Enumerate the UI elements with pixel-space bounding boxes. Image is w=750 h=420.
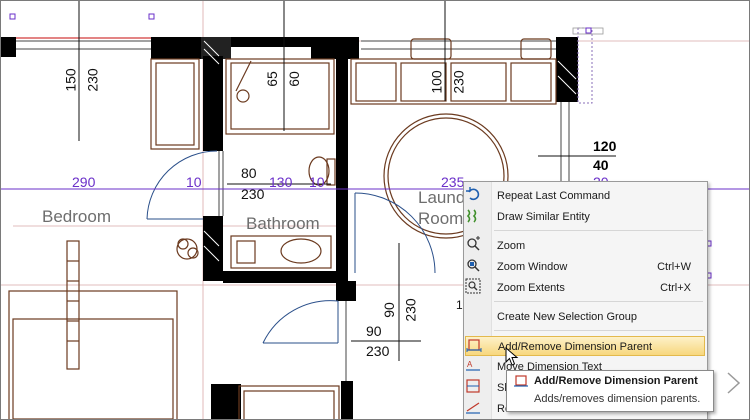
show-icon bbox=[466, 379, 480, 393]
dimension-text: 40 bbox=[593, 157, 609, 173]
menu-item-zoom-extents[interactable]: Zoom Extents Ctrl+X bbox=[465, 278, 705, 298]
dimension-text: 120 bbox=[593, 138, 617, 154]
dimension-text: 10 bbox=[309, 174, 325, 190]
tooltip-title: Add/Remove Dimension Parent bbox=[534, 375, 698, 387]
mouse-cursor-icon bbox=[505, 347, 519, 366]
menu-item-label: Zoom Extents bbox=[497, 282, 565, 294]
dimension-parent-icon bbox=[514, 375, 528, 387]
rotate-icon bbox=[466, 402, 480, 414]
menu-separator bbox=[494, 330, 703, 331]
menu-separator bbox=[494, 301, 703, 302]
menu-item-draw-similar-entity[interactable]: Draw Similar Entity bbox=[465, 207, 705, 227]
menu-item-zoom-window[interactable]: Zoom Window Ctrl+W bbox=[465, 257, 705, 277]
dimension-text: 65 bbox=[263, 71, 280, 87]
menu-item-label: Zoom Window bbox=[497, 261, 568, 273]
dimension-text: 230 bbox=[450, 70, 467, 94]
dimension-text: 90 bbox=[380, 302, 397, 318]
dimension-text: 10 bbox=[186, 174, 202, 190]
dimension-text: 130 bbox=[269, 174, 293, 190]
dimension-text: 100 bbox=[428, 70, 445, 94]
menu-item-zoom[interactable]: Zoom bbox=[465, 236, 705, 256]
menu-item-add-remove-dimension-parent[interactable]: Add/Remove Dimension Parent bbox=[465, 336, 705, 356]
tooltip: Add/Remove Dimension Parent Adds/removes… bbox=[506, 370, 714, 412]
room-label-laundry-1: Laund bbox=[418, 188, 466, 207]
menu-item-label: Draw Similar Entity bbox=[497, 211, 590, 223]
room-label-bedroom: Bedroom bbox=[42, 207, 111, 226]
menu-item-label: Create New Selection Group bbox=[497, 311, 638, 323]
dimension-text: 230 bbox=[84, 68, 101, 92]
zoom-icon bbox=[467, 236, 480, 251]
menu-item-shortcut: Ctrl+X bbox=[660, 282, 691, 294]
menu-item-label: Add/Remove Dimension Parent bbox=[498, 341, 653, 353]
room-label-laundry-2: Room bbox=[418, 209, 464, 228]
tooltip-description: Adds/removes dimension parents. bbox=[534, 393, 701, 405]
menu-item-label: Zoom bbox=[497, 240, 526, 252]
dimension-text: 230 bbox=[366, 343, 390, 359]
zoom-extents-icon bbox=[465, 278, 481, 294]
dimension-text: 1 bbox=[456, 298, 463, 312]
dimension-text: 80 bbox=[241, 165, 257, 181]
dimension-text: 235 bbox=[441, 174, 465, 190]
dimension-text: 90 bbox=[366, 323, 382, 339]
room-label-bathroom: Bathroom bbox=[246, 214, 320, 233]
svg-text:A: A bbox=[467, 360, 473, 369]
dimension-text: 150 bbox=[62, 68, 79, 92]
dimension-text: 230 bbox=[402, 298, 419, 322]
dimension-text: 60 bbox=[285, 71, 302, 87]
menu-separator bbox=[494, 230, 703, 231]
draw-similar-icon bbox=[466, 209, 477, 223]
dimension-parent-icon bbox=[466, 339, 482, 352]
dimension-text: 290 bbox=[72, 174, 96, 190]
dimension-text: 230 bbox=[241, 186, 265, 202]
zoom-window-icon bbox=[467, 259, 480, 272]
menu-item-label: Repeat Last Command bbox=[497, 190, 611, 202]
menu-item-create-new-selection-group[interactable]: Create New Selection Group bbox=[465, 307, 705, 327]
menu-item-shortcut: Ctrl+W bbox=[657, 261, 691, 273]
move-dimension-text-icon: A bbox=[466, 360, 480, 371]
repeat-icon bbox=[466, 187, 480, 201]
drawing-canvas[interactable]: Bedroom Bathroom Laund Room 150 230 65 6… bbox=[0, 0, 750, 420]
menu-item-repeat-last-command[interactable]: Repeat Last Command bbox=[465, 186, 705, 206]
